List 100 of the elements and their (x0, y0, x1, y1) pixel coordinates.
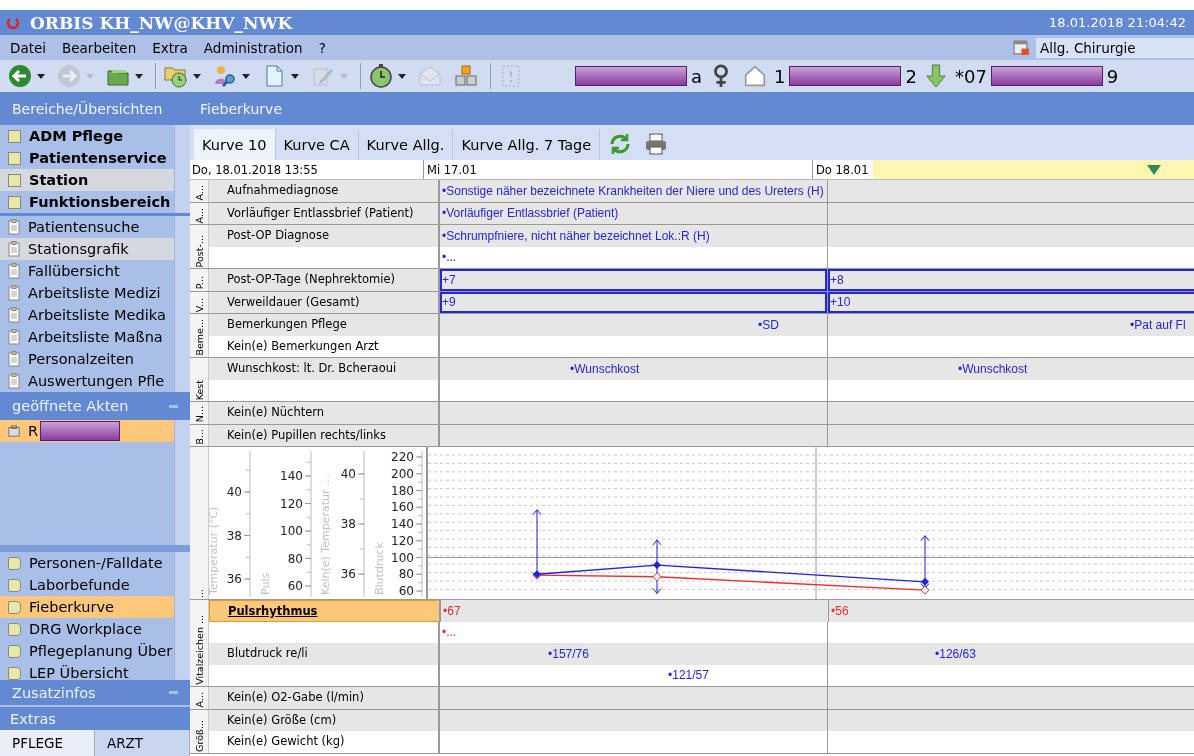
person-search-icon[interactable] (213, 64, 237, 88)
day-header: Mi 17.01 (426, 162, 477, 177)
sidebar-item[interactable]: Patientensuche (0, 216, 174, 238)
panel-title: geöffnete Akten (12, 398, 129, 414)
sidebar-item[interactable]: Funktionsbereich (0, 191, 174, 213)
axis-title: Temperatur (°C) (209, 506, 220, 595)
chart-entry[interactable]: •SD (756, 317, 779, 332)
sidebar-item[interactable]: LEP Übersicht (0, 662, 174, 680)
sidebar-item[interactable]: Stationsgrafik (0, 238, 174, 260)
clipboard-icon (8, 241, 20, 257)
sidebar-item[interactable]: Personen-/Falldate (0, 552, 174, 574)
dropdown-caret-icon[interactable] (291, 73, 299, 79)
chart-entry[interactable]: •Vorläufiger Entlassbrief (Patient) (440, 206, 619, 221)
chart-entry[interactable]: •... (440, 625, 457, 640)
scrollbar[interactable] (174, 552, 190, 680)
clipboard-icon (8, 307, 20, 323)
sidebar-item[interactable]: Arbeitsliste Maßna (0, 326, 174, 348)
sidebar-item[interactable]: Station (0, 169, 174, 191)
department-field[interactable]: Allg. Chirurgie (1036, 37, 1194, 58)
scrollbar[interactable] (174, 420, 190, 545)
row-label[interactable]: Kein(e) Pupillen rechts/links (227, 427, 387, 442)
chart-entry[interactable]: •121/57 (666, 668, 709, 683)
chart-entry[interactable]: •Sonstige näher bezeichnete Krankheiten der Niere und des Ureters (H) (440, 183, 824, 198)
axis-tick-label: 200 (391, 466, 414, 481)
group-label: V... (193, 296, 205, 313)
sidebar-item[interactable]: Personalzeiten (0, 348, 174, 370)
scrollbar[interactable] (174, 216, 190, 392)
axis-tick-label: 220 (391, 450, 414, 464)
row-label[interactable]: Blutdruck re/li (227, 646, 308, 660)
sidebar-item[interactable]: Patientenservice (0, 147, 174, 169)
dropdown-caret-icon[interactable] (193, 73, 201, 79)
cubes-icon[interactable] (454, 64, 478, 88)
row-label[interactable]: Kein(e) Größe (cm) (227, 712, 337, 727)
chart-entry[interactable]: •... (440, 250, 457, 265)
axis-tick-label: 60 (287, 579, 303, 593)
row-label[interactable]: Bemerkungen Pflege (227, 317, 347, 331)
chart-entry[interactable]: •Wunschkost (956, 361, 1028, 376)
sidebar-item[interactable]: DRG Workplace (0, 618, 174, 640)
briefcase-icon (8, 423, 20, 439)
dropdown-caret-icon[interactable] (135, 73, 143, 79)
row-label[interactable]: Aufnahmediagnose (227, 183, 339, 197)
chart-timestamp: Do, 18.01.2018 13:55 (191, 162, 319, 179)
calendar-icon[interactable] (1013, 39, 1030, 56)
minimize-icon[interactable] (169, 404, 178, 408)
row-label[interactable]: Kein(e) Gewicht (kg) (227, 734, 345, 748)
print-icon[interactable] (644, 132, 669, 156)
chart-entry[interactable]: •126/63 (933, 646, 976, 661)
menu-item[interactable]: Bearbeiten (62, 39, 137, 56)
chart-entry[interactable]: +8 (828, 272, 844, 287)
row-label[interactable]: Kein(e) O2-Gabe (l/min) (227, 690, 364, 704)
group-label: B... (193, 428, 205, 446)
day-header: Do 18.01 (815, 162, 869, 177)
axis-tick-label: 40 (226, 485, 242, 499)
menu-item[interactable]: ? (318, 39, 326, 56)
sidebar-item[interactable]: Arbeitsliste Medika (0, 304, 174, 326)
tab[interactable]: Kurve 10 (194, 129, 276, 160)
axis-tick-label: 36 (340, 567, 356, 581)
dropdown-caret-icon[interactable] (398, 73, 406, 79)
folder-clock-icon[interactable] (164, 64, 188, 88)
sidebar-item[interactable]: ADM Pflege (0, 125, 174, 147)
chart-entry[interactable]: +7 (440, 272, 456, 287)
row-label[interactable]: Post-OP Diagnose (227, 228, 329, 242)
menu-item[interactable]: Extra (152, 39, 188, 56)
row-label[interactable]: Post-OP-Tage (Nephrektomie) (227, 272, 396, 286)
clipboard-icon (8, 329, 20, 345)
square-icon (8, 622, 21, 636)
chart-entry[interactable]: +9 (440, 295, 456, 310)
open-file-item[interactable]: R (0, 420, 174, 442)
tab[interactable]: Kurve Allg. 7 Tage (453, 129, 601, 160)
group-label: N... (193, 405, 205, 424)
dropdown-caret-icon[interactable] (37, 73, 45, 79)
group-label: Post-... (193, 233, 205, 268)
chart-entry[interactable]: •Wunschkost (568, 361, 640, 376)
tab[interactable]: Kurve Allg. (358, 129, 454, 160)
row-label[interactable]: Vorläufiger Entlassbrief (Patient) (227, 205, 414, 220)
chart-entry[interactable]: •157/76 (546, 646, 589, 661)
scrollbar[interactable] (174, 125, 190, 213)
sidebar-item[interactable]: Pflegeplanung Über (0, 640, 174, 662)
stopwatch-icon[interactable] (369, 64, 393, 88)
row-label[interactable]: Kein(e) Nüchtern (227, 405, 325, 419)
row-label[interactable]: Kein(e) Bemerkungen Arzt (227, 338, 379, 353)
sidebar-item[interactable]: Laborbefunde (0, 574, 174, 596)
sidebar-item[interactable]: Fieberkurve (0, 596, 174, 618)
current-time-marker-icon (1147, 165, 1161, 175)
sidebar-item[interactable]: Arbeitsliste Medizi (0, 282, 174, 304)
row-label[interactable]: Verweildauer (Gesamt) (227, 294, 360, 309)
role-tab[interactable]: PFLEGE (0, 730, 95, 756)
clipboard-icon (8, 219, 20, 235)
row-label[interactable]: Wunschkost: lt. Dr. Bcheraoui (227, 361, 397, 375)
sidebar-item[interactable]: Fallübersicht (0, 260, 174, 282)
chart-entry[interactable]: •Schrumpfniere, nicht näher bezeichnet Lok.:R (H) (440, 228, 710, 243)
chart-entry[interactable]: •Pat auf Fl (1128, 317, 1186, 332)
tab[interactable]: Kurve CA (275, 129, 359, 160)
menu-item[interactable]: Administration (203, 39, 303, 56)
sidebar-item[interactable]: Auswertungen Pfle (0, 370, 174, 392)
app-logo-icon (6, 15, 20, 30)
menu-item[interactable]: Datei (10, 39, 47, 56)
window-title: ORBIS KH_NW@KHV_NWK (30, 12, 293, 33)
dropdown-caret-icon[interactable] (242, 73, 250, 79)
chart-entry[interactable]: +10 (828, 295, 851, 310)
